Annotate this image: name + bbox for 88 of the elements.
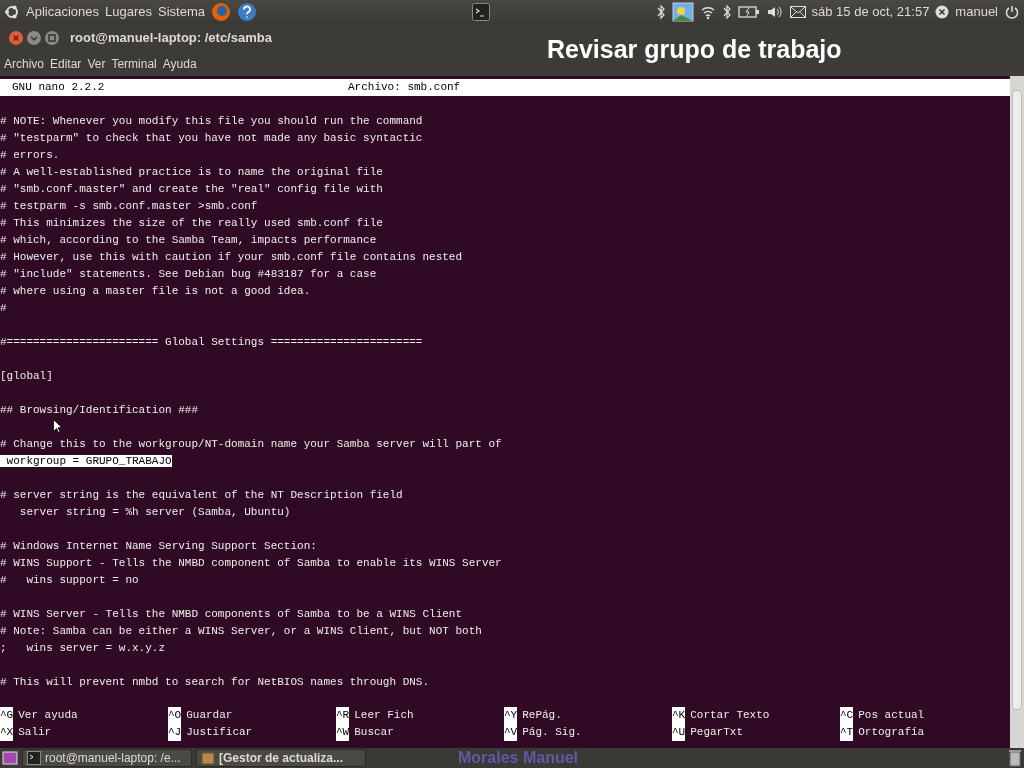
code-line: # errors.	[0, 149, 60, 161]
power-icon[interactable]	[1004, 4, 1020, 20]
shortcut-key: ^C	[840, 707, 854, 724]
wifi-icon[interactable]	[699, 4, 716, 20]
code-line: # Windows Internet Name Serving Support Section:	[0, 540, 317, 552]
volume-icon[interactable]	[765, 4, 784, 20]
code-line: ; wins server = w.x.y.z	[0, 642, 166, 654]
menu-item[interactable]: Ver	[87, 55, 106, 73]
panel-menu[interactable]: Lugares	[105, 2, 152, 22]
code-line: # testparm -s smb.conf.master >smb.conf	[0, 200, 258, 212]
code-line: # Change this to the workgroup/NT-domain name your Samba server will part of	[0, 438, 502, 450]
show-desktop-icon[interactable]	[2, 750, 18, 766]
shortcut-key: ^O	[168, 707, 182, 724]
menu-item[interactable]: Archivo	[4, 55, 44, 73]
shortcut-key: ^T	[840, 724, 854, 741]
user-name[interactable]: manuel	[955, 2, 998, 22]
code-line: ## Browsing/Identification ###	[0, 404, 199, 416]
code-line: # where using a master file is not a good idea.	[0, 285, 311, 297]
shortcut-key: ^X	[0, 724, 14, 741]
code-line: # NOTE: Whenever you modify this file you should run the command	[0, 115, 423, 127]
shortcut-label: Pos actual	[857, 708, 925, 723]
shortcut-key: ^W	[336, 724, 350, 741]
shortcut-label: Guardar	[185, 708, 233, 723]
shortcut-label: Justificar	[185, 725, 253, 740]
shortcut-label: Buscar	[353, 725, 394, 740]
shortcut-label: Leer Fich	[353, 708, 414, 723]
code-line: # "testparm" to check that you have not made any basic syntactic	[0, 132, 423, 144]
shortcut-key: ^G	[0, 707, 14, 724]
bluetooth-icon[interactable]	[655, 4, 666, 20]
panel-menu[interactable]: Sistema	[158, 2, 205, 22]
minimize-icon[interactable]	[26, 30, 42, 46]
shortcut-label: Ortografía	[857, 725, 925, 740]
shortcut-label: PegarTxt	[689, 725, 743, 740]
terminal-icon	[27, 751, 41, 765]
terminal-icon[interactable]	[471, 3, 490, 21]
code-line: #======================= Global Settings =======================	[0, 336, 423, 348]
code-line: # WINS Support - Tells the NMBD component of Samba to enable its WINS Server	[0, 557, 502, 569]
shortcut-label: Salir	[17, 725, 52, 740]
maximize-icon[interactable]	[44, 30, 60, 46]
code-line: [global]	[0, 370, 53, 382]
author-credit: Morales Manuel	[458, 748, 579, 768]
code-line: #	[0, 302, 7, 314]
code-line: # "include" statements. See Debian bug #483187 for a case	[0, 268, 377, 280]
shortcut-label: RePág.	[521, 708, 562, 723]
code-line: # This will prevent nmbd to search for NetBIOS names through DNS.	[0, 676, 430, 688]
bluetooth-icon[interactable]	[721, 4, 732, 20]
code-line: # "smb.conf.master" and create the "real" config file with	[0, 183, 383, 195]
code-line: # which, according to the Samba Team, impacts performance	[0, 234, 377, 246]
caption: Revisar grupo de trabajo	[546, 34, 842, 66]
taskbar-button[interactable]: root@manuel-laptop: /e...	[22, 749, 192, 767]
code-line: # A well-established practice is to name the original file	[0, 166, 383, 178]
shortcut-key: ^U	[672, 724, 686, 741]
battery-icon[interactable]	[737, 5, 760, 19]
shortcut-key: ^R	[336, 707, 350, 724]
menu-item[interactable]: Editar	[50, 55, 82, 73]
file-name: Archivo: smb.conf	[348, 80, 461, 95]
image-icon[interactable]	[671, 2, 694, 22]
panel-menu[interactable]: Aplicaciones	[26, 2, 99, 22]
shortcut-key: ^V	[504, 724, 518, 741]
shortcut-key: ^K	[672, 707, 686, 724]
menu-item[interactable]: Ayuda	[162, 55, 197, 73]
close-icon[interactable]	[8, 30, 24, 46]
trash-icon[interactable]	[1008, 749, 1022, 767]
clock[interactable]: sáb 15 de oct, 21:57	[811, 2, 930, 22]
menu-item[interactable]: Terminal	[111, 55, 157, 73]
code-line: # WINS Server - Tells the NMBD components of Samba to be a WINS Client	[0, 608, 463, 620]
code-line: # This minimizes the size of the really used smb.conf file	[0, 217, 383, 229]
shortcut-key: ^J	[168, 724, 182, 741]
code-line: # server string is the equivalent of the NT Description field	[0, 489, 403, 501]
mail-icon[interactable]	[789, 6, 806, 18]
shortcut-key: ^Y	[504, 707, 518, 724]
shortcut-label: Ver ayuda	[17, 708, 78, 723]
mouse-pointer-icon	[53, 419, 62, 433]
package-icon	[201, 751, 215, 765]
editor-version: GNU nano 2.2.2	[12, 80, 106, 95]
code-line: # Note: Samba can be either a WINS Server, or a WINS Client, but NOT both	[0, 625, 482, 637]
code-line: # wins support = no	[0, 574, 139, 586]
code-line: # However, use this with caution if your smb.conf file contains nested	[0, 251, 463, 263]
scrollbar[interactable]	[1010, 76, 1024, 748]
code-line: server string = %h server (Samba, Ubuntu)	[18, 506, 291, 518]
help-icon[interactable]	[236, 2, 257, 22]
user-icon[interactable]	[935, 5, 950, 19]
window-title: root@manuel-laptop: /etc/samba	[70, 29, 272, 48]
ubuntu-logo-icon[interactable]	[4, 4, 20, 20]
shortcut-label: Cortar Texto	[689, 708, 770, 723]
taskbar-button[interactable]: [Gestor de actualiza...	[196, 749, 366, 767]
firefox-icon[interactable]	[210, 2, 231, 22]
shortcut-label: Pág. Sig.	[521, 725, 582, 740]
